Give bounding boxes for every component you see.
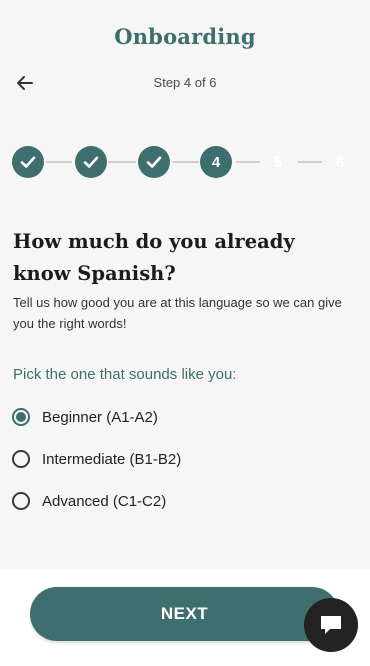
- step-6-pending: 6: [335, 153, 345, 171]
- step-indicator: Step 4 of 6: [153, 75, 217, 90]
- option-intermediate[interactable]: Intermediate (B1-B2): [12, 438, 352, 480]
- step-1-done: [12, 146, 44, 178]
- option-label: Beginner (A1-A2): [42, 408, 158, 426]
- option-label: Advanced (C1-C2): [42, 492, 167, 510]
- step-connector: [172, 161, 199, 163]
- check-icon: [83, 156, 99, 168]
- step-connector: [46, 161, 72, 163]
- radio-dot: [16, 412, 26, 422]
- step-connector: [236, 161, 260, 163]
- step-4-current: 4: [200, 146, 232, 178]
- question-subtitle: Tell us how good you are at this languag…: [13, 295, 342, 331]
- step-5-pending: 5: [273, 153, 283, 171]
- option-advanced[interactable]: Advanced (C1-C2): [12, 480, 352, 522]
- check-icon: [20, 156, 36, 168]
- next-button[interactable]: NEXT: [30, 587, 339, 641]
- chat-bubble-icon: [321, 616, 341, 634]
- step-connector: [298, 161, 322, 163]
- choices-prompt: Pick the one that sounds like you:: [13, 366, 237, 383]
- step-connector: [108, 161, 136, 163]
- check-icon: [146, 156, 162, 168]
- level-options: Beginner (A1-A2) Intermediate (B1-B2) Ad…: [12, 396, 352, 522]
- page-title: Onboarding: [114, 24, 256, 49]
- radio-unselected[interactable]: [12, 450, 30, 468]
- chat-button[interactable]: [304, 598, 358, 652]
- radio-unselected[interactable]: [12, 492, 30, 510]
- step-2-done: [75, 146, 107, 178]
- progress-stepper: 4 5 6: [0, 140, 370, 186]
- question-title: How much do you already know Spanish?: [13, 230, 295, 285]
- radio-selected[interactable]: [12, 408, 30, 426]
- option-label: Intermediate (B1-B2): [42, 450, 182, 468]
- step-3-done: [138, 146, 170, 178]
- option-beginner[interactable]: Beginner (A1-A2): [12, 396, 352, 438]
